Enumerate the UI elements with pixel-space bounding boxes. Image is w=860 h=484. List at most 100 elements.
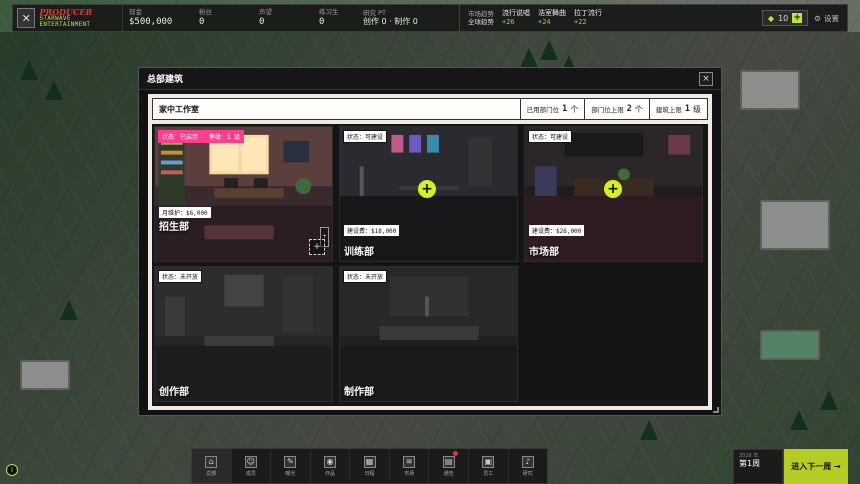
nav-label: 通告 xyxy=(443,470,454,477)
nav-item-market[interactable]: ≋ 市场 xyxy=(390,449,430,483)
nav-label: 研究 xyxy=(522,470,533,477)
status-badge: 状态：可建设 xyxy=(343,130,388,143)
staff-icon: ▣ xyxy=(482,455,495,468)
bottom-nav: ⌂ 总部 ☺ 成员 ✎ 曝光 ◉ 作品 ▦ 日程 ≋ 市场 ▤ 通告 ▣ 员工 … xyxy=(191,448,548,484)
nav-label: 市场 xyxy=(404,470,415,477)
department-name: 训练部 xyxy=(344,247,374,258)
gem-counter: ◆ 10 + xyxy=(761,10,809,26)
status-badge: 状态：已启用 · 等级：1 级 xyxy=(158,130,245,143)
chip-label: 已用部门位 xyxy=(526,106,560,114)
chip-label: 建筑上限 xyxy=(655,106,682,114)
status-badge: 状态：可建设 xyxy=(528,130,573,143)
chip-label: 部门位上限 xyxy=(591,106,624,114)
stat-research: 研究 PT 创作 0 · 制作 0 xyxy=(357,5,459,31)
exposure-icon: ✎ xyxy=(284,455,297,468)
stat-label: 粉丝 xyxy=(199,8,212,17)
trend-name: 拉丁流行 xyxy=(574,8,602,17)
nav-item-research[interactable]: ♪ 研究 xyxy=(509,449,548,483)
department-name: 市场部 xyxy=(529,247,559,258)
chip-value: 2 xyxy=(626,104,632,114)
department-card-marketing[interactable]: 状态：可建设 + 建设费：$26,000 市场部 xyxy=(524,126,703,262)
trend-delta: +26 xyxy=(502,18,515,26)
hq-buildings-dialog: 总部建筑 × 家中工作室 已用部门位 1 个 部门位上限 2 个 建筑上限 1 xyxy=(138,67,722,416)
recording-studio-scene-image xyxy=(340,267,517,401)
upkeep-tag: 月维护：$6,000 xyxy=(159,207,211,218)
close-button[interactable]: × xyxy=(699,71,713,86)
dialog-body: 家中工作室 已用部门位 1 个 部门位上限 2 个 建筑上限 1 级 状态：已启… xyxy=(148,94,712,410)
settings-button[interactable]: ⚙ 设置 xyxy=(814,13,839,24)
department-card-production[interactable]: 状态：未开放 制作部 xyxy=(339,266,518,402)
stat-reputation: 声望 0 xyxy=(253,5,313,31)
trend-delta: +24 xyxy=(538,18,551,26)
resize-handle[interactable] xyxy=(713,407,719,413)
nav-item-exposure[interactable]: ✎ 曝光 xyxy=(271,449,311,483)
stat-value: 创作 0 · 制作 0 xyxy=(363,17,418,27)
chip-used-slots: 已用部门位 1 个 xyxy=(519,99,585,119)
stat-value: 0 xyxy=(259,16,265,27)
nav-label: 总部 xyxy=(206,470,217,477)
nav-item-members[interactable]: ☺ 成员 xyxy=(232,449,272,483)
calendar-icon: ▦ xyxy=(363,455,376,468)
trend-delta: +22 xyxy=(574,18,587,26)
members-icon: ☺ xyxy=(244,455,257,468)
chip-building-limit: 建筑上限 1 级 xyxy=(648,99,707,119)
stat-trainees: 练习生 0 xyxy=(313,5,357,31)
office-scene-image xyxy=(155,127,332,261)
notification-dot xyxy=(452,451,458,456)
market-icon: ≋ xyxy=(403,455,416,468)
studio-title: 家中工作室 xyxy=(159,104,199,114)
dialog-title: 总部建筑 xyxy=(147,75,184,85)
chip-value: 1 xyxy=(562,104,568,114)
department-card-training[interactable]: 状态：可建设 + 建设费：$18,000 训练部 xyxy=(339,126,518,262)
stat-cash: 现金 $500,000 xyxy=(123,5,193,31)
gem-count: 10 xyxy=(778,13,789,23)
nav-label: 曝光 xyxy=(285,470,296,477)
nav-item-notices[interactable]: ▤ 通告 xyxy=(429,449,469,483)
nav-item-hq[interactable]: ⌂ 总部 xyxy=(192,449,232,483)
nav-item-schedule[interactable]: ▦ 日程 xyxy=(350,449,390,483)
nav-label: 成员 xyxy=(245,470,256,477)
upgrade-button[interactable]: + xyxy=(309,239,325,255)
notice-icon: ▤ xyxy=(442,455,455,468)
department-card-recruitment[interactable]: 状态：已启用 · 等级：1 级 月维护：$6,000 招生部 + + xyxy=(154,126,333,262)
logo-subtitle: STARWAVE ENTERTAINMENT xyxy=(39,15,91,28)
nav-item-staff[interactable]: ▣ 员工 xyxy=(469,449,509,483)
department-card-creative[interactable]: 状态：未开放 创作部 xyxy=(154,266,333,402)
nav-label: 日程 xyxy=(364,470,375,477)
info-icon[interactable]: i xyxy=(6,464,18,476)
chip-unit: 个 xyxy=(634,104,643,114)
studio-header: 家中工作室 已用部门位 1 个 部门位上限 2 个 建筑上限 1 级 xyxy=(152,98,708,120)
stat-value: $500,000 xyxy=(129,16,173,27)
research-icon: ♪ xyxy=(521,455,534,468)
company-logo: ✕ PRODUCER STARWAVE ENTERTAINMENT xyxy=(13,5,123,31)
settings-label: 设置 xyxy=(824,13,839,23)
home-icon: ⌂ xyxy=(205,455,218,468)
gear-icon: ⚙ xyxy=(814,13,821,23)
stat-label: 声望 xyxy=(259,8,272,17)
market-trends[interactable]: 市场趋势 全球趋势 流行说唱 +26 浩室舞曲 +24 拉丁流行 +22 xyxy=(459,5,610,31)
build-cost-tag: 建设费：$18,000 xyxy=(344,225,400,236)
disc-icon: ◉ xyxy=(323,455,336,468)
creative-room-scene-image xyxy=(155,267,332,401)
next-week-button[interactable]: 进入下一周 → xyxy=(784,449,848,484)
trend-name: 流行说唱 xyxy=(502,8,530,17)
chip-slot-limit: 部门位上限 2 个 xyxy=(584,99,649,119)
trends-label: 市场趋势 xyxy=(468,9,494,18)
trend-item: 浩室舞曲 +24 xyxy=(538,9,566,27)
stat-value: 0 xyxy=(319,16,325,27)
stat-label: 练习生 xyxy=(319,8,339,17)
build-add-button[interactable]: + xyxy=(604,180,622,198)
status-badge: 状态：未开放 xyxy=(343,270,388,283)
stat-value: 0 xyxy=(199,16,205,27)
stat-fans: 粉丝 0 xyxy=(193,5,253,31)
empty-slot xyxy=(524,266,703,402)
trend-item: 拉丁流行 +22 xyxy=(574,9,602,27)
add-gems-button[interactable]: + xyxy=(792,13,803,23)
build-add-button[interactable]: + xyxy=(418,180,436,198)
nav-item-works[interactable]: ◉ 作品 xyxy=(311,449,351,483)
status-badge: 状态：未开放 xyxy=(158,270,203,283)
top-status-bar: ✕ PRODUCER STARWAVE ENTERTAINMENT 现金 $50… xyxy=(12,4,848,32)
department-name: 创作部 xyxy=(159,387,189,398)
department-name: 招生部 xyxy=(159,222,189,233)
week-label: 第1周 xyxy=(739,459,761,468)
